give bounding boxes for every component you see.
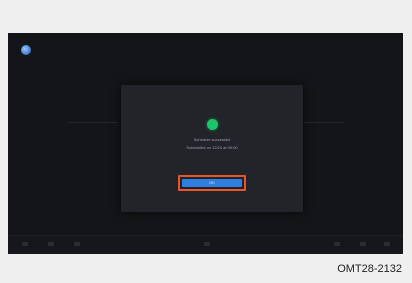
confirmation-dialog: Schedule successful Scheduled on 12/24 a… [121, 85, 303, 212]
dialog-message: Scheduled on 12/24 at 09:00 [186, 145, 238, 150]
app-logo-icon [21, 45, 31, 55]
check-success-icon [207, 119, 218, 130]
background-divider [68, 122, 118, 123]
figure-frame: Schedule successful Scheduled on 12/24 a… [0, 0, 412, 283]
dialog-title: Schedule successful [193, 137, 231, 142]
figure-caption: OMT28-2132 [337, 263, 402, 275]
device-screen: Schedule successful Scheduled on 12/24 a… [8, 33, 403, 254]
background-divider [304, 122, 344, 123]
nav-icon[interactable] [334, 242, 340, 246]
ok-button-highlight: OK [178, 175, 246, 191]
nav-icon[interactable] [204, 242, 210, 246]
nav-icon[interactable] [74, 242, 80, 246]
nav-icon[interactable] [360, 242, 366, 246]
nav-icon[interactable] [22, 242, 28, 246]
nav-icon[interactable] [384, 242, 390, 246]
bottom-navigation-bar [8, 235, 403, 254]
nav-icon[interactable] [48, 242, 54, 246]
ok-button[interactable]: OK [182, 179, 242, 187]
